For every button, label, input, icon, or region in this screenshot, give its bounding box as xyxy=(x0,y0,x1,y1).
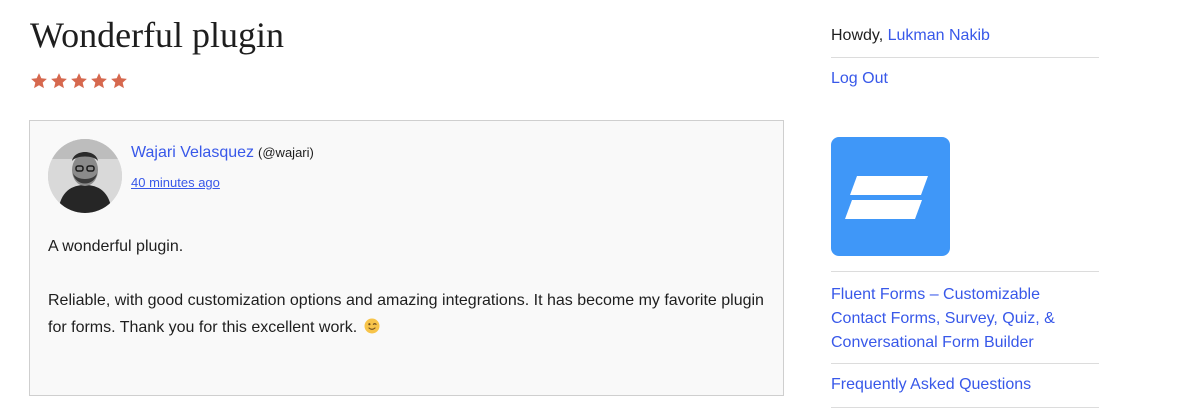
review-card: Wajari Velasquez (@wajari) 40 minutes ago… xyxy=(29,120,784,396)
divider xyxy=(831,271,1099,272)
divider xyxy=(831,363,1099,364)
user-greeting: Howdy, Lukman Nakib xyxy=(831,27,990,44)
star-icon xyxy=(51,73,67,89)
divider xyxy=(831,57,1099,58)
plugin-logo[interactable] xyxy=(831,137,950,256)
winking-face-icon xyxy=(364,316,380,343)
avatar[interactable] xyxy=(48,139,122,213)
star-icon xyxy=(111,73,127,89)
reviewer-handle: (@wajari) xyxy=(258,145,314,160)
reviewer-info: Wajari Velasquez (@wajari) xyxy=(131,144,314,162)
review-timestamp-link[interactable]: 40 minutes ago xyxy=(131,175,220,190)
star-icon xyxy=(71,73,87,89)
divider xyxy=(831,407,1099,408)
reviewer-name-link[interactable]: Wajari Velasquez xyxy=(131,144,254,161)
logout-link[interactable]: Log Out xyxy=(831,70,888,88)
review-paragraph: A wonderful plugin. xyxy=(48,238,184,255)
review-paragraph: Reliable, with good customization option… xyxy=(48,287,768,343)
review-body: A wonderful plugin. Reliable, with good … xyxy=(48,233,768,343)
star-rating xyxy=(30,72,128,90)
star-icon xyxy=(91,73,107,89)
faq-link[interactable]: Frequently Asked Questions xyxy=(831,376,1031,394)
review-title: Wonderful plugin xyxy=(30,15,285,55)
user-profile-link[interactable]: Lukman Nakib xyxy=(888,27,990,44)
plugin-name-link[interactable]: Fluent Forms – Customizable Contact Form… xyxy=(831,283,1099,355)
star-icon xyxy=(31,73,47,89)
